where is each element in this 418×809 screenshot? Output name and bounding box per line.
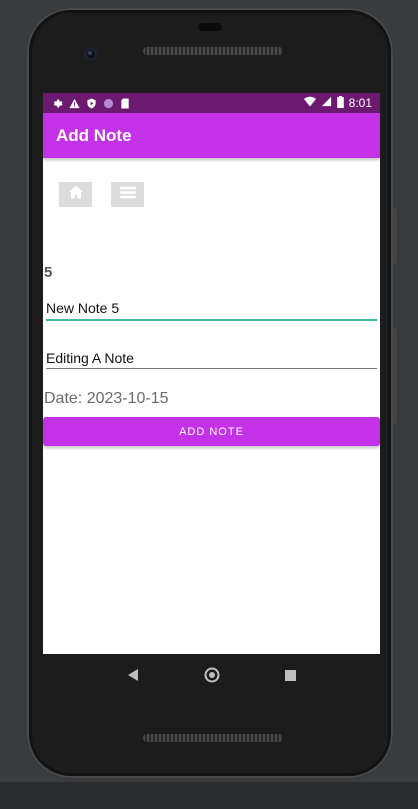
volume-button[interactable] — [393, 328, 397, 424]
signal-icon — [321, 96, 332, 110]
sd-card-icon — [119, 97, 131, 109]
list-icon — [119, 186, 136, 204]
note-id: 5 — [44, 264, 53, 281]
app-bar: Add Note — [43, 113, 380, 158]
back-button[interactable] — [123, 667, 143, 687]
page-title: Add Note — [56, 125, 132, 145]
home-nav-icon — [204, 667, 220, 688]
phone-frame: 8:01 Add Note 5 Date: 2023-10-15 ADD NOT… — [27, 8, 397, 778]
clock: 8:01 — [348, 96, 372, 110]
system-nav-bar — [43, 654, 380, 700]
home-nav-button[interactable] — [202, 667, 222, 687]
warning-icon — [68, 97, 80, 109]
home-button[interactable] — [59, 182, 92, 207]
settings-icon — [51, 97, 63, 109]
list-button[interactable] — [111, 182, 144, 207]
recents-button[interactable] — [281, 667, 301, 687]
status-bar: 8:01 — [43, 93, 380, 113]
wifi-icon — [303, 96, 316, 110]
screen: 8:01 Add Note 5 Date: 2023-10-15 ADD NOT… — [43, 93, 380, 654]
add-note-button[interactable]: ADD NOTE — [43, 417, 380, 446]
earpiece — [198, 23, 222, 31]
battery-icon — [336, 95, 344, 111]
power-button[interactable] — [393, 208, 397, 264]
note-title-input[interactable] — [46, 297, 377, 321]
top-speaker-grill — [143, 47, 283, 55]
front-camera — [84, 47, 98, 61]
recents-icon — [285, 668, 296, 686]
bottom-speaker-grill — [143, 734, 283, 742]
back-icon — [127, 668, 138, 686]
circle-icon — [102, 97, 114, 109]
play-protect-icon — [85, 97, 97, 109]
desktop-strip — [0, 782, 418, 809]
home-icon — [68, 185, 84, 204]
note-description-input[interactable] — [46, 348, 377, 369]
date-label: Date: 2023-10-15 — [44, 390, 169, 407]
